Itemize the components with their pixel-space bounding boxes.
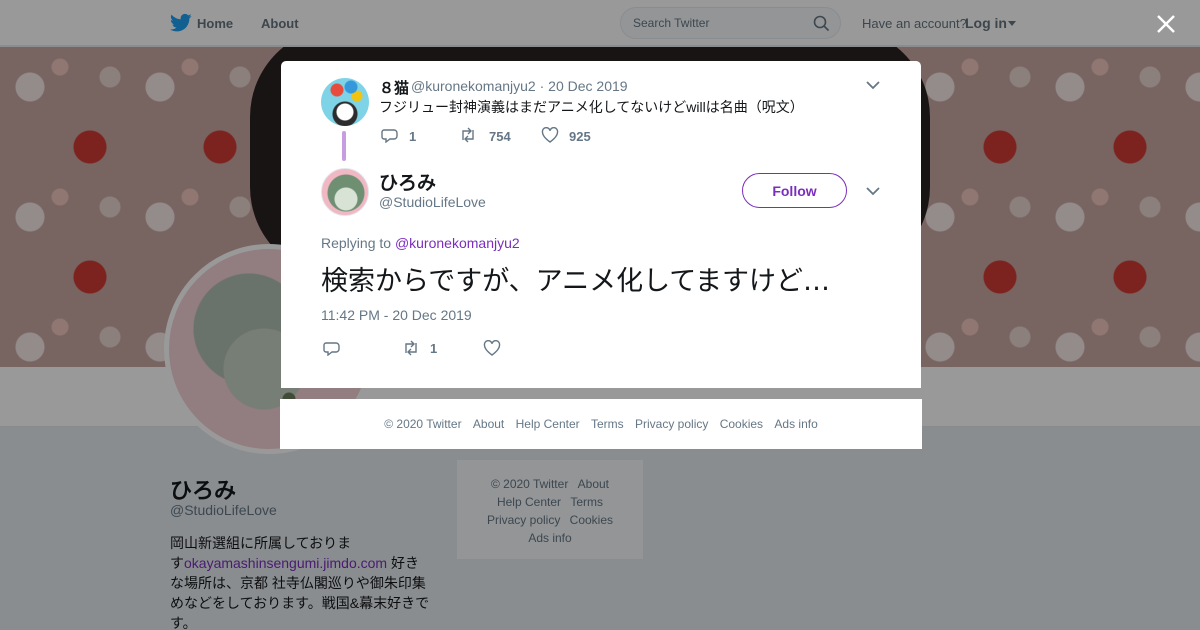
footer-privacy-link[interactable]: Privacy policy [635, 417, 708, 431]
main-tweet-text: 検索からですが、アニメ化してますけど… [321, 266, 830, 297]
retweet-icon[interactable] [459, 127, 477, 143]
replying-prefix: Replying to [321, 235, 395, 251]
close-icon[interactable] [1155, 13, 1177, 35]
retweet-icon[interactable] [402, 340, 420, 356]
parent-tweet-avatar[interactable] [321, 78, 369, 126]
footer-copyright: © 2020 Twitter [384, 417, 462, 431]
parent-retweet-count: 754 [489, 129, 511, 144]
main-tweet-handle[interactable]: @StudioLifeLove [379, 194, 486, 210]
replying-to-link[interactable]: @kuronekomanjyu2 [395, 235, 520, 251]
footer-ads-link[interactable]: Ads info [774, 417, 817, 431]
footer-cookies-link[interactable]: Cookies [720, 417, 763, 431]
like-icon[interactable] [541, 127, 559, 143]
footer-terms-link[interactable]: Terms [591, 417, 624, 431]
modal-footer: © 2020 Twitter About Help Center Terms P… [280, 399, 922, 449]
thread-connector [342, 131, 346, 161]
like-icon[interactable] [483, 340, 501, 356]
main-tweet-timestamp[interactable]: 11:42 PM - 20 Dec 2019 [321, 307, 472, 323]
parent-tweet-handle-date[interactable]: @kuronekomanjyu2 · 20 Dec 2019 [411, 78, 628, 94]
parent-tweet-text: フジリュー封神演義はまだアニメ化してないけどwillは名曲（呪文） [379, 99, 804, 115]
main-tweet-avatar[interactable] [321, 168, 369, 216]
main-tweet-name[interactable]: ひろみ [379, 168, 436, 195]
parent-reply-count: 1 [409, 129, 417, 144]
replying-to: Replying to @kuronekomanjyu2 [321, 235, 520, 251]
chevron-down-icon[interactable] [866, 81, 880, 90]
tweet-modal: ８猫 @kuronekomanjyu2 · 20 Dec 2019 フジリュー封… [281, 61, 921, 388]
main-retweet-count: 1 [430, 341, 438, 356]
footer-help-link[interactable]: Help Center [516, 417, 580, 431]
follow-button[interactable]: Follow [742, 173, 847, 208]
footer-about-link[interactable]: About [473, 417, 504, 431]
reply-icon[interactable] [381, 127, 399, 143]
chevron-down-icon[interactable] [866, 187, 880, 196]
parent-tweet-name[interactable]: ８猫 [379, 77, 409, 98]
parent-like-count: 925 [569, 129, 591, 144]
reply-icon[interactable] [323, 340, 341, 356]
